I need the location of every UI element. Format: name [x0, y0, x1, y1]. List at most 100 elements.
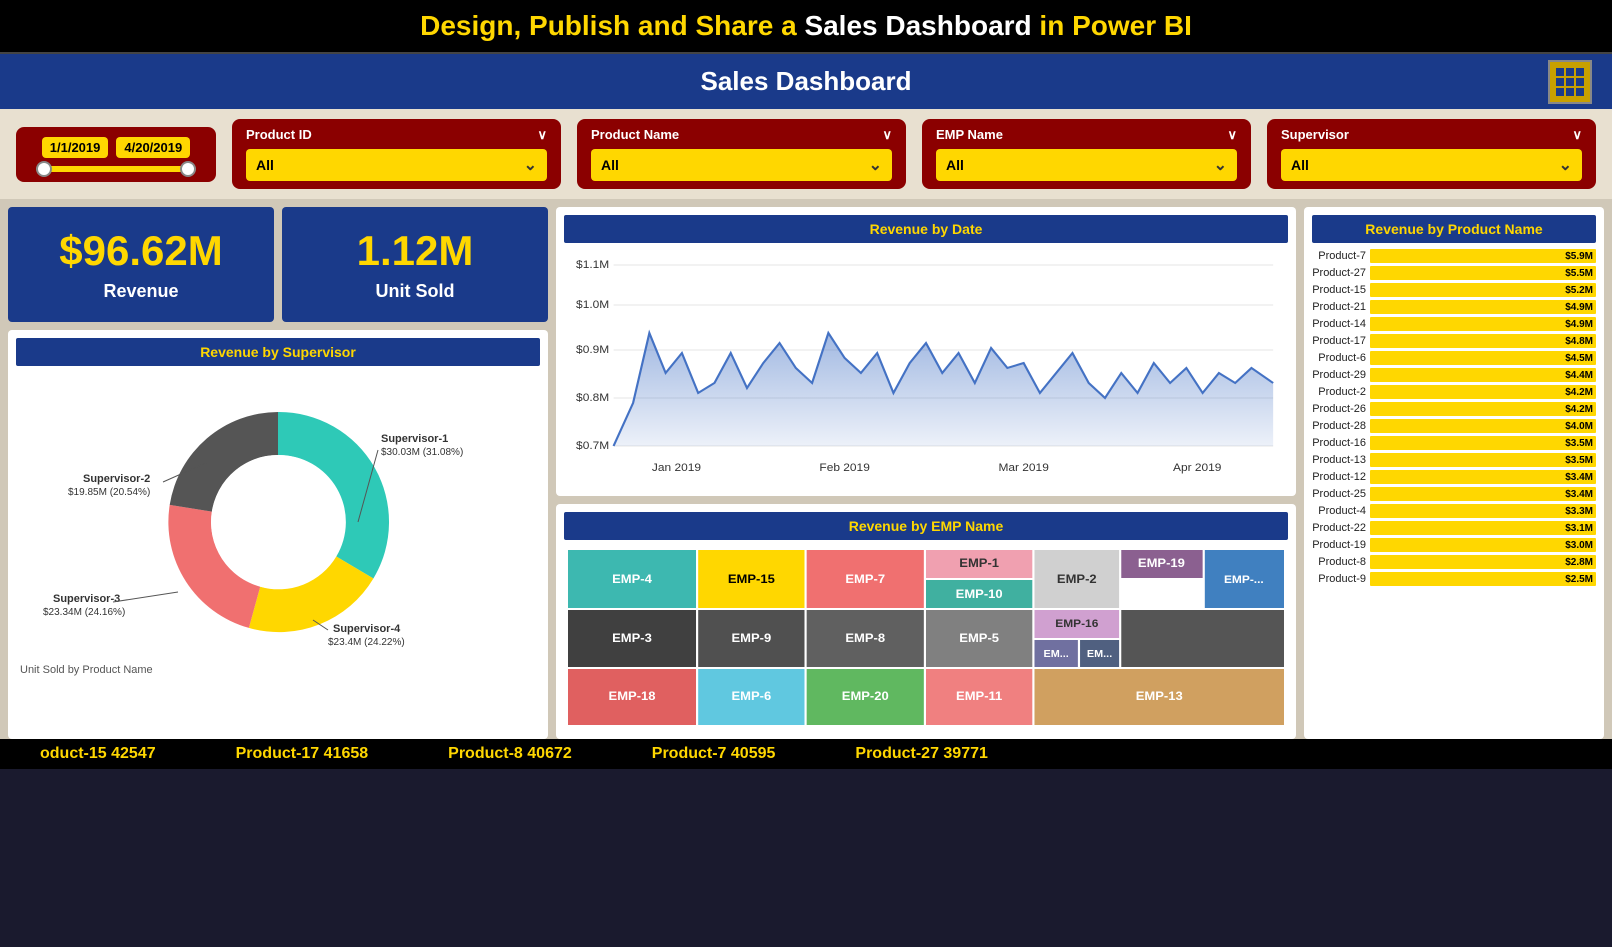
bar-item[interactable]: Product-28$4.0M — [1312, 419, 1596, 433]
bar-item[interactable]: Product-17$4.8M — [1312, 334, 1596, 348]
bar-item[interactable]: Product-29$4.4M — [1312, 368, 1596, 382]
product-id-filter: Product ID ∨ All ⌄ — [232, 119, 561, 189]
emp-name-label: EMP Name ∨ — [936, 127, 1237, 143]
product-bar-title: Revenue by Product Name — [1312, 215, 1596, 243]
middle-column: Revenue by Date $1.1M $1.0M $0.9M $0.8M … — [556, 207, 1296, 739]
date-filter[interactable]: 1/1/2019 4/20/2019 — [16, 127, 216, 182]
bar-value: $5.5M — [1565, 268, 1593, 279]
supervisor-select[interactable]: All ⌄ — [1281, 149, 1582, 181]
bar-track: $5.2M — [1370, 283, 1596, 297]
chevron-down-icon: ∨ — [537, 127, 547, 143]
bar-item[interactable]: Product-6 $4.5M — [1312, 351, 1596, 365]
sup3-line — [113, 592, 178, 602]
bar-value: $3.3M — [1565, 506, 1593, 517]
bar-item[interactable]: Product-15$5.2M — [1312, 283, 1596, 297]
bar-item[interactable]: Product-19$3.0M — [1312, 538, 1596, 552]
product-name-select[interactable]: All ⌄ — [591, 149, 892, 181]
svg-text:EMP-7: EMP-7 — [845, 572, 885, 585]
bar-track: $3.3M — [1370, 504, 1596, 518]
x-label-3: Mar 2019 — [998, 462, 1048, 474]
slider-thumb-left[interactable] — [36, 161, 52, 177]
product-bars-container: Product-7$5.9M Product-27 $5.5M Product-15$… — [1312, 249, 1596, 586]
bar-item[interactable]: Product-8$2.8M — [1312, 555, 1596, 569]
bar-value: $4.2M — [1565, 387, 1593, 398]
bar-label: Product-27 — [1312, 267, 1370, 279]
header-bar: Sales Dashboard — [0, 54, 1612, 109]
product-name-label: Product Name ∨ — [591, 127, 892, 143]
svg-text:EMP-1: EMP-1 — [959, 556, 999, 569]
revenue-date-chart: $1.1M $1.0M $0.9M $0.8M $0.7M — [568, 253, 1284, 483]
title-bar: Design, Publish and Share a Sales Dashbo… — [0, 0, 1612, 54]
date-slider[interactable] — [36, 166, 196, 172]
product-id-label: Product ID ∨ — [246, 127, 547, 143]
bar-label: Product-26 — [1312, 403, 1370, 415]
filters-row: 1/1/2019 4/20/2019 Product ID ∨ All ⌄ Pr… — [0, 109, 1612, 199]
bar-item[interactable]: Product-26$4.2M — [1312, 402, 1596, 416]
bar-value: $3.5M — [1565, 455, 1593, 466]
svg-text:EMP-11: EMP-11 — [956, 689, 1002, 702]
slider-thumb-right[interactable] — [180, 161, 196, 177]
emp-combined[interactable] — [1121, 610, 1284, 667]
bar-value: $2.5M — [1565, 574, 1593, 585]
bar-item[interactable]: Product-2 $4.2M — [1312, 385, 1596, 399]
slider-fill — [36, 166, 196, 172]
revenue-date-card: Revenue by Date $1.1M $1.0M $0.9M $0.8M … — [556, 207, 1296, 496]
chevron-icon: ⌄ — [524, 155, 537, 175]
ticker-item-3: Product-7 40595 — [612, 745, 816, 763]
grid-icon — [1548, 60, 1592, 104]
bar-label: Product-12 — [1312, 471, 1370, 483]
bar-track: $3.5M — [1370, 436, 1596, 450]
bar-track: $4.9M — [1370, 317, 1596, 331]
svg-text:EMP-13: EMP-13 — [1136, 689, 1183, 702]
svg-text:EMP-16: EMP-16 — [1055, 618, 1098, 630]
bar-label: Product-6 — [1312, 352, 1370, 364]
supervisor-chart-title: Revenue by Supervisor — [16, 338, 540, 366]
bar-track: $3.0M — [1370, 538, 1596, 552]
chevron-icon: ⌄ — [1214, 155, 1227, 175]
bar-label: Product-2 — [1312, 386, 1370, 398]
bar-label: Product-16 — [1312, 437, 1370, 449]
svg-text:EMP-15: EMP-15 — [728, 572, 775, 585]
bar-item[interactable]: Product-14$4.9M — [1312, 317, 1596, 331]
bar-item[interactable]: Product-13$3.5M — [1312, 453, 1596, 467]
svg-text:EMP-...: EMP-... — [1224, 574, 1264, 586]
bar-value: $4.5M — [1565, 353, 1593, 364]
title-yellow-1: Design, Publish and Share a — [420, 10, 804, 41]
page-title: Design, Publish and Share a Sales Dashbo… — [0, 10, 1612, 42]
bar-item[interactable]: Product-7$5.9M — [1312, 249, 1596, 263]
chevron-down-icon: ∨ — [1227, 127, 1237, 143]
svg-text:EMP-4: EMP-4 — [612, 572, 652, 585]
bar-track: $3.4M — [1370, 487, 1596, 501]
bar-item[interactable]: Product-25$3.4M — [1312, 487, 1596, 501]
bar-item[interactable]: Product-9$2.5M — [1312, 572, 1596, 586]
emp-name-select[interactable]: All ⌄ — [936, 149, 1237, 181]
chevron-down-icon: ∨ — [1572, 127, 1582, 143]
supervisor-chart-wrap: Supervisor-1 $30.03M (31.08%) Supervisor… — [16, 372, 540, 662]
revenue-emp-card: Revenue by EMP Name EMP-4 EMP-15 EMP-7 E… — [556, 504, 1296, 739]
y-label-3: $0.9M — [576, 344, 609, 356]
bar-track: $3.4M — [1370, 470, 1596, 484]
supervisor-filter: Supervisor ∨ All ⌄ — [1267, 119, 1596, 189]
header-title: Sales Dashboard — [701, 66, 912, 97]
svg-text:EMP-18: EMP-18 — [609, 689, 656, 702]
title-white: Sales Dashboard — [804, 10, 1031, 41]
bar-item[interactable]: Product-4$3.3M — [1312, 504, 1596, 518]
bar-label: Product-28 — [1312, 420, 1370, 432]
revenue-emp-title: Revenue by EMP Name — [564, 512, 1288, 540]
emp-treemap[interactable]: EMP-4 EMP-15 EMP-7 EMP-1 EMP-10 EMP-2 — [568, 550, 1284, 725]
bar-label: Product-7 — [1312, 250, 1370, 262]
ticker-item-1: Product-17 41658 — [196, 745, 409, 763]
bar-track: $2.5M — [1370, 572, 1596, 586]
svg-text:EMP-3: EMP-3 — [612, 631, 652, 644]
product-id-select[interactable]: All ⌄ — [246, 149, 547, 181]
bar-item[interactable]: Product-27 $5.5M — [1312, 266, 1596, 280]
bar-value: $3.4M — [1565, 472, 1593, 483]
bar-item[interactable]: Product-16$3.5M — [1312, 436, 1596, 450]
svg-text:EMP-19: EMP-19 — [1138, 556, 1185, 569]
emp-name-filter: EMP Name ∨ All ⌄ — [922, 119, 1251, 189]
bar-item[interactable]: Product-21$4.9M — [1312, 300, 1596, 314]
bar-item[interactable]: Product-12 $3.4M — [1312, 470, 1596, 484]
supervisor-label: Supervisor ∨ — [1281, 127, 1582, 143]
bar-item[interactable]: Product-22$3.1M — [1312, 521, 1596, 535]
supervisor-2-label: Supervisor-2 — [83, 473, 150, 485]
